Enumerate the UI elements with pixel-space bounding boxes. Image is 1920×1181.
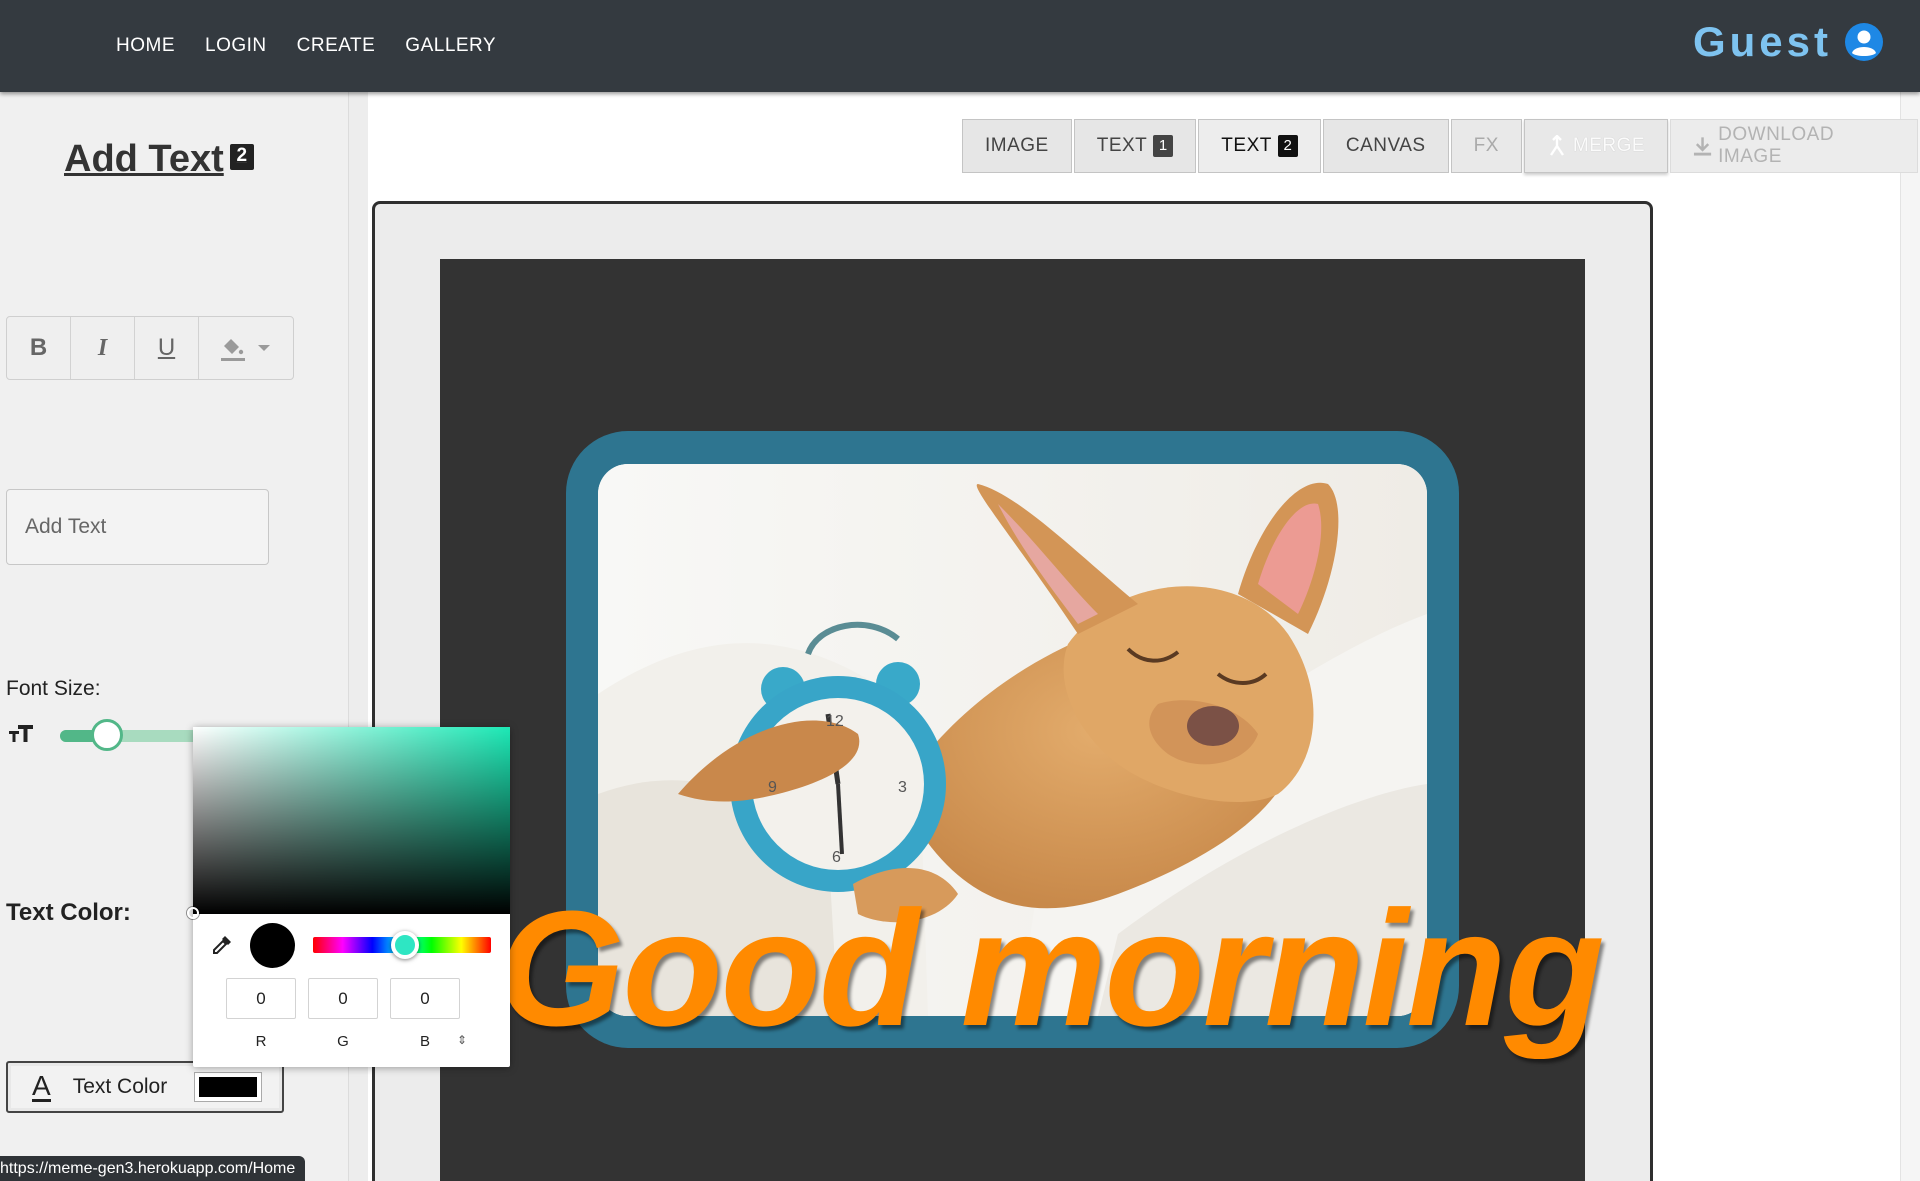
rgb-labels: R G B — [226, 1033, 460, 1050]
tab-image-label: IMAGE — [985, 135, 1049, 156]
nav-gallery-link[interactable]: GALLERY — [401, 29, 500, 63]
tab-text-1-badge: 1 — [1153, 135, 1174, 157]
add-text-input[interactable] — [6, 489, 269, 565]
download-image-button[interactable]: DOWNLOAD IMAGE — [1670, 119, 1918, 173]
underline-button[interactable]: U — [135, 317, 199, 379]
bold-button[interactable]: B — [7, 317, 71, 379]
text-color-icon: A — [32, 1069, 51, 1102]
tab-image[interactable]: IMAGE — [962, 119, 1072, 173]
panel-title: Add Text 2 — [64, 138, 254, 181]
color-preview-swatch — [250, 923, 295, 968]
text-color-label: Text Color: — [6, 899, 131, 926]
download-image-label: DOWNLOAD IMAGE — [1718, 124, 1835, 167]
meme-caption-text[interactable]: Good morning — [497, 887, 1605, 1051]
nav-create-link[interactable]: CREATE — [293, 29, 380, 63]
tab-canvas-label: CANVAS — [1345, 135, 1426, 156]
color-mode-toggle-icon[interactable]: ⇕ — [457, 1033, 467, 1047]
svg-text:9: 9 — [768, 779, 777, 796]
text-color-swatch-fill — [199, 1077, 257, 1097]
text-color-button-label: Text Color — [72, 1075, 168, 1098]
panel-title-text: Add Text — [64, 138, 224, 180]
blue-label: B — [419, 1033, 430, 1050]
editor-tabs: IMAGE TEXT 1 TEXT 2 CANVAS FX MERGE DOWNLO… — [962, 119, 1920, 173]
red-input[interactable] — [226, 978, 296, 1019]
font-size-slider-thumb[interactable] — [91, 719, 123, 751]
chevron-down-icon — [258, 345, 270, 351]
top-navbar: HOME LOGIN CREATE GALLERY Guest — [0, 0, 1920, 92]
eyedropper-icon[interactable] — [211, 934, 233, 962]
color-picker-popover: R G B ⇕ — [187, 727, 510, 1067]
merge-button-label: MERGE — [1572, 135, 1646, 156]
saturation-black-layer — [193, 727, 510, 914]
panel-title-badge: 2 — [229, 144, 254, 170]
tab-fx[interactable]: FX — [1450, 119, 1522, 173]
user-menu[interactable]: Guest — [1693, 18, 1884, 66]
tab-text-1-label: TEXT — [1096, 135, 1148, 156]
nav-home-link[interactable]: HOME — [112, 29, 179, 63]
user-label: Guest — [1692, 18, 1832, 65]
link-status-bar: https://meme-gen3.herokuapp.com/Home — [0, 1156, 306, 1181]
page-scrollbar[interactable] — [1900, 92, 1920, 1181]
text-color-swatch — [194, 1072, 262, 1102]
nav-login-link[interactable]: LOGIN — [201, 29, 271, 63]
merge-button[interactable]: MERGE — [1523, 119, 1669, 173]
text-color-button[interactable]: A Text Color — [6, 1061, 284, 1113]
tab-canvas[interactable]: CANVAS — [1322, 119, 1449, 173]
tab-fx-label: FX — [1473, 135, 1499, 156]
font-size-slider-track[interactable] — [60, 730, 200, 742]
merge-icon — [1549, 135, 1564, 156]
paint-bucket-icon — [221, 339, 245, 361]
svg-text:12: 12 — [826, 713, 844, 730]
italic-button[interactable]: I — [71, 317, 135, 379]
blue-input[interactable] — [390, 978, 460, 1019]
svg-text:3: 3 — [898, 779, 907, 796]
tab-text-2-label: TEXT — [1221, 135, 1272, 156]
text-size-icon — [8, 722, 34, 750]
green-label: G — [337, 1033, 349, 1050]
user-circle-icon — [1845, 23, 1883, 61]
tab-text-2-badge: 2 — [1277, 135, 1298, 157]
saturation-area[interactable] — [187, 727, 510, 919]
fill-color-dropdown[interactable] — [199, 317, 293, 379]
svg-text:6: 6 — [832, 849, 841, 866]
font-size-label: Font Size: — [6, 677, 101, 700]
red-label: R — [255, 1033, 267, 1050]
tab-text-2[interactable]: TEXT 2 — [1198, 119, 1321, 173]
green-input[interactable] — [308, 978, 378, 1019]
saturation-cursor[interactable] — [187, 907, 199, 919]
hue-slider-thumb[interactable] — [391, 931, 419, 959]
tab-text-1[interactable]: TEXT 1 — [1073, 119, 1197, 173]
main-nav: HOME LOGIN CREATE GALLERY — [112, 0, 522, 92]
text-format-toolbar: B I U — [6, 316, 294, 380]
download-icon — [1694, 137, 1712, 156]
rgb-inputs — [226, 978, 460, 1019]
